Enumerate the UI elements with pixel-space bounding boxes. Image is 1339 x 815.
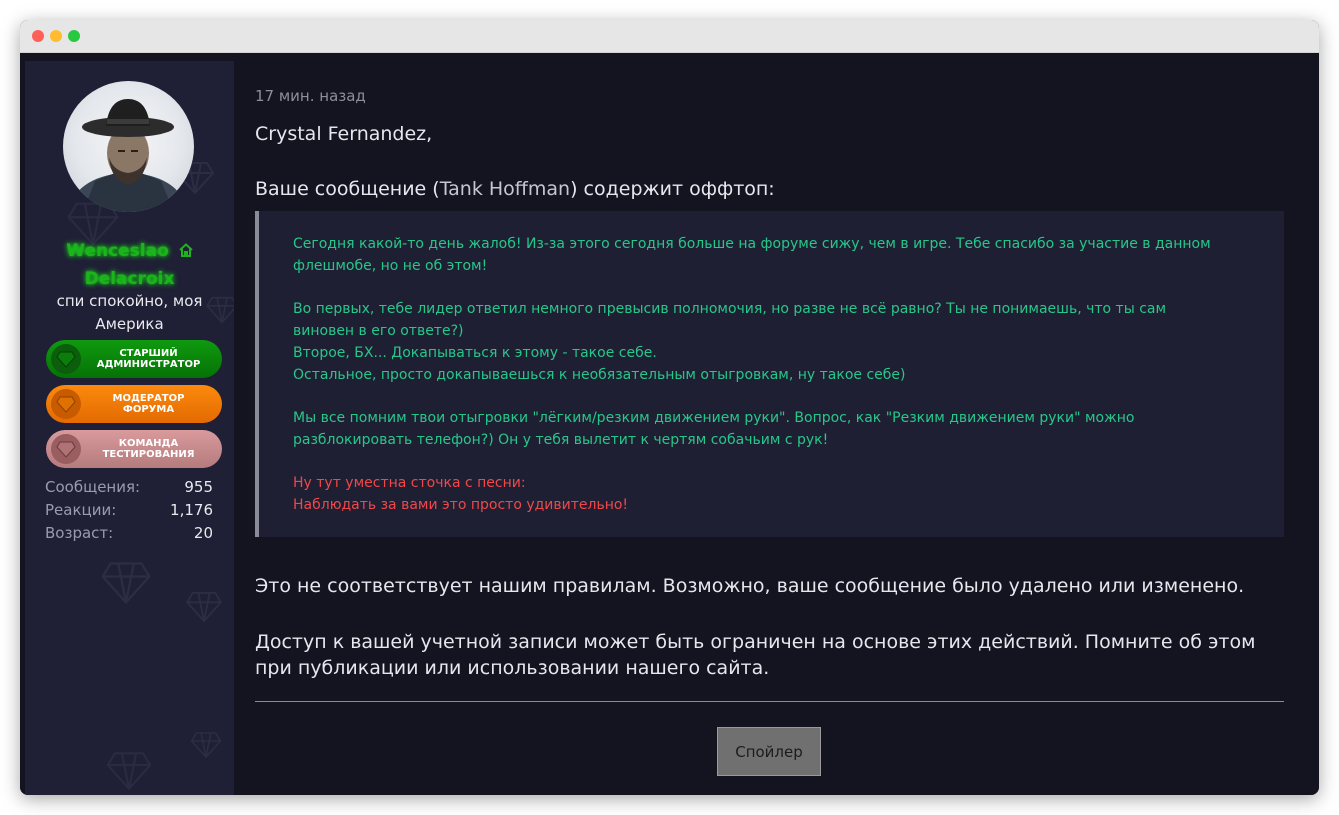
background-gem-icon (101, 562, 151, 605)
username-first: Wenceslao (66, 241, 169, 261)
stat-age: Возраст: 20 (45, 524, 213, 542)
username-last: Delacroix (84, 269, 175, 289)
house-icon (179, 243, 193, 257)
badge-label: КОМАНДА ТЕСТИРОВАНИЯ (102, 438, 195, 460)
badge-label: СТАРШИЙ АДМИНИСТРАТОР (96, 348, 201, 370)
quote-paragraph-highlight: Ну тут уместна сточка с песни: Наблюдать… (293, 475, 629, 513)
badge-label: МОДЕРАТОР ФОРУМА (112, 393, 185, 415)
post-greeting: Crystal Fernandez, (255, 123, 433, 145)
post-timestamp[interactable]: 17 мин. назад (255, 87, 366, 105)
gem-icon (51, 344, 81, 374)
gem-icon (51, 389, 81, 419)
post-body: 17 мин. назад Crystal Fernandez, Ваше со… (234, 61, 1304, 795)
close-window-button[interactable] (32, 30, 44, 42)
avatar-portrait-image (72, 99, 184, 212)
access-warning: Доступ к вашей учетной записи может быть… (255, 631, 1256, 679)
user-title: спи спокойно, моя Америка (56, 292, 203, 333)
stat-reactions: Реакции: 1,176 (45, 501, 213, 519)
badge-senior-admin: СТАРШИЙ АДМИНИСТРАТОР (46, 340, 222, 378)
browser-window: Wenceslao Delacroix спи спокойно, моя Ам… (20, 20, 1319, 795)
quote-paragraph: Во первых, тебе лидер ответил немного пр… (293, 301, 1167, 383)
spoiler-button[interactable]: Спойлер (717, 727, 821, 776)
quote-paragraph: Мы все помним твои отыгровки "лёгким/рез… (293, 410, 1135, 448)
page-content: Wenceslao Delacroix спи спокойно, моя Ам… (20, 53, 1319, 795)
background-gem-icon (190, 732, 222, 759)
offtopic-notice: Ваше сообщение (Tank Hoffman) содержит о… (255, 178, 775, 200)
gem-icon (51, 434, 81, 464)
maximize-window-button[interactable] (68, 30, 80, 42)
divider (255, 701, 1284, 702)
quote-paragraph: Сегодня какой-то день жалоб! Из-за этого… (293, 236, 1211, 274)
background-gem-icon (106, 752, 152, 791)
minimize-window-button[interactable] (50, 30, 62, 42)
badge-testing-team: КОМАНДА ТЕСТИРОВАНИЯ (46, 430, 222, 468)
background-gem-icon (185, 591, 223, 623)
rules-notice: Это не соответствует нашим правилам. Воз… (255, 575, 1245, 597)
user-stats: Сообщения: 955 Реакции: 1,176 Возраст: 2… (45, 476, 213, 545)
author-link[interactable]: Tank Hoffman (440, 178, 570, 200)
stat-messages: Сообщения: 955 (45, 478, 213, 496)
avatar[interactable] (63, 81, 194, 212)
badge-forum-moderator: МОДЕРАТОР ФОРУМА (46, 385, 222, 423)
user-sidebar: Wenceslao Delacroix спи спокойно, моя Ам… (25, 61, 234, 795)
username[interactable]: Wenceslao Delacroix (25, 237, 234, 293)
title-bar (20, 20, 1319, 53)
quoted-message: Сегодня какой-то день жалоб! Из-за этого… (255, 211, 1284, 537)
